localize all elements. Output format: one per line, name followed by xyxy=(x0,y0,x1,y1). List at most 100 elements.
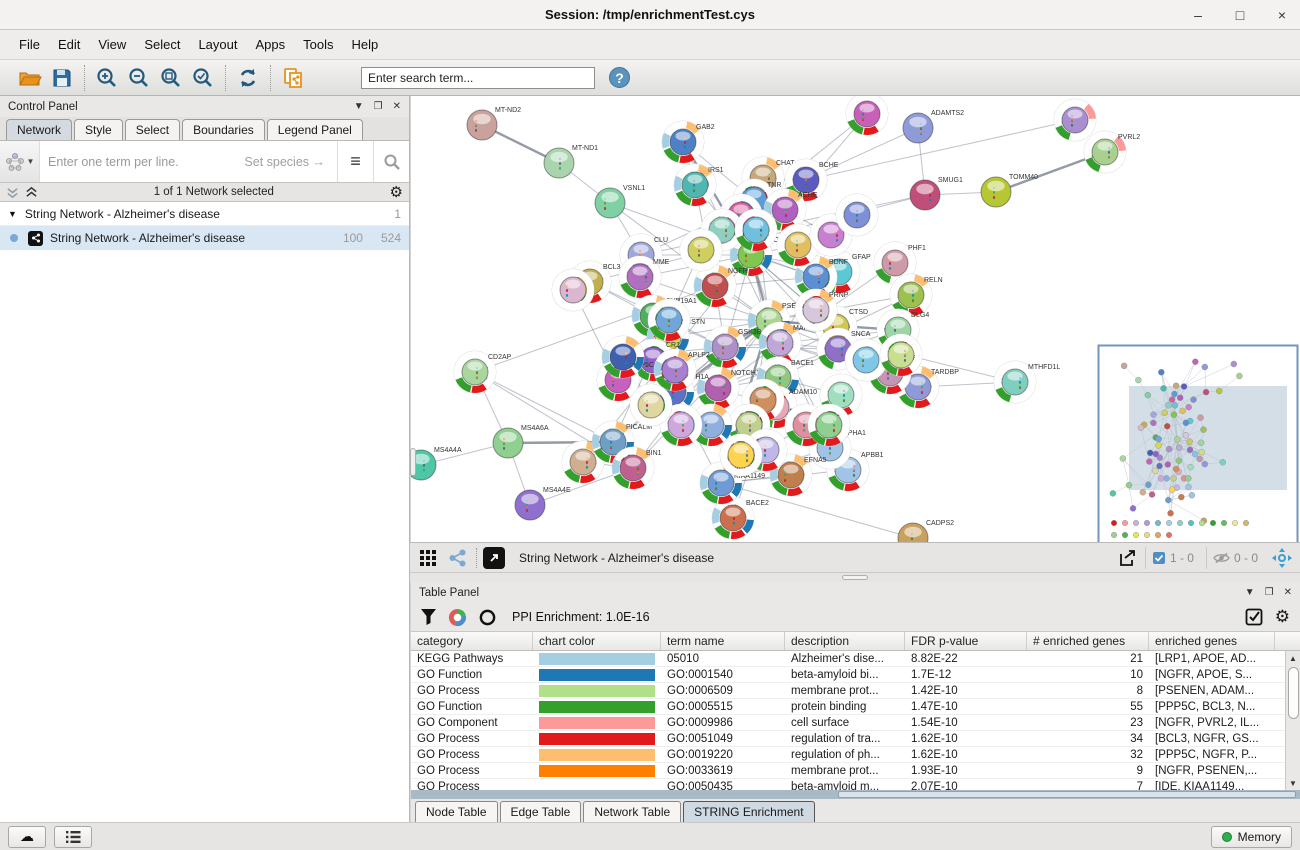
select-columns-icon[interactable] xyxy=(1245,608,1263,626)
clone-network-button[interactable] xyxy=(280,65,306,91)
scroll-up-icon[interactable]: ▲ xyxy=(1289,651,1297,665)
network-node[interactable] xyxy=(846,96,888,135)
tree-caret-icon[interactable]: ▼ xyxy=(8,209,17,219)
network-node[interactable] xyxy=(1054,99,1096,141)
zoom-in-button[interactable] xyxy=(94,65,120,91)
column-header-fdr-p-value[interactable]: FDR p-value xyxy=(905,632,1027,650)
close-button[interactable]: × xyxy=(1274,7,1290,23)
help-button[interactable]: ? xyxy=(609,67,630,88)
network-node[interactable]: ADAMTS2 xyxy=(903,110,964,143)
panel-float-icon[interactable]: ❐ xyxy=(1265,587,1274,598)
network-node[interactable]: BIN1 xyxy=(612,447,662,489)
table-row[interactable]: GO FunctionGO:0005515protein binding1.47… xyxy=(411,699,1300,715)
network-node[interactable] xyxy=(648,299,690,341)
network-node[interactable]: MS4A4A xyxy=(411,447,462,480)
string-search-button[interactable] xyxy=(373,141,409,182)
save-session-button[interactable] xyxy=(49,65,75,91)
table-row[interactable]: GO FunctionGO:0001540beta-amyloid bi...1… xyxy=(411,667,1300,683)
network-node[interactable]: MT-ND2 xyxy=(467,107,521,140)
panel-menu-icon[interactable]: ▼ xyxy=(354,101,364,112)
table-row[interactable]: GO ComponentGO:0009986cell surface1.54E-… xyxy=(411,715,1300,731)
menu-item-tools[interactable]: Tools xyxy=(294,33,342,56)
eye-off-icon[interactable] xyxy=(1213,551,1230,565)
zoom-selected-button[interactable] xyxy=(190,65,216,91)
table-row[interactable]: KEGG Pathways05010Alzheimer's dise...8.8… xyxy=(411,651,1300,667)
donut-chart-icon[interactable] xyxy=(448,608,467,627)
string-protein-query-dropdown[interactable]: ▼ xyxy=(0,141,40,182)
menu-item-apps[interactable]: Apps xyxy=(247,33,295,56)
network-canvas[interactable]: MT-ND2MT-ND1VSNL1GAB2ADAMTS2PVRL2TOMM40S… xyxy=(410,96,1300,542)
column-header-chart-color[interactable]: chart color xyxy=(533,632,661,650)
tab-network[interactable]: Network xyxy=(6,119,72,140)
column-header-enriched-genes[interactable]: enriched genes xyxy=(1149,632,1275,650)
menu-item-help[interactable]: Help xyxy=(343,33,388,56)
column-header--enriched-genes[interactable]: # enriched genes xyxy=(1027,632,1149,650)
panel-close-icon[interactable]: ✕ xyxy=(1284,587,1292,598)
network-node[interactable]: MS4A4E xyxy=(515,487,571,520)
network-node[interactable]: MME xyxy=(619,256,670,298)
scroll-down-icon[interactable]: ▼ xyxy=(1289,776,1297,790)
expand-all-icon[interactable] xyxy=(25,186,38,199)
checkbox-icon[interactable] xyxy=(1152,551,1166,565)
menu-item-view[interactable]: View xyxy=(89,33,135,56)
network-row[interactable]: String Network - Alzheimer's disease 100… xyxy=(0,226,409,250)
minimize-button[interactable]: – xyxy=(1190,7,1206,23)
collapse-all-icon[interactable] xyxy=(6,186,19,199)
vertical-splitter-handle[interactable] xyxy=(410,448,416,476)
birdseye-view[interactable] xyxy=(1099,346,1298,543)
network-node[interactable] xyxy=(602,336,644,378)
horizontal-splitter[interactable] xyxy=(410,572,1300,582)
set-species-link[interactable]: Set species → xyxy=(244,141,337,182)
open-session-button[interactable] xyxy=(17,65,43,91)
network-overview-button[interactable] xyxy=(446,546,470,570)
open-in-window-button[interactable] xyxy=(483,547,505,569)
tab-style[interactable]: Style xyxy=(74,119,123,140)
pan-compass-button[interactable] xyxy=(1270,546,1294,570)
menu-item-select[interactable]: Select xyxy=(135,33,189,56)
table-row[interactable]: GO ProcessGO:0050435beta-amyloid m...2.0… xyxy=(411,779,1300,790)
table-settings-gear-icon[interactable]: ⚙ xyxy=(1275,607,1290,627)
menu-item-layout[interactable]: Layout xyxy=(189,33,246,56)
network-node[interactable] xyxy=(808,404,850,446)
table-vertical-scrollbar[interactable]: ▲ ▼ xyxy=(1285,651,1300,790)
table-horizontal-scrollbar[interactable] xyxy=(411,790,1300,799)
grid-view-button[interactable] xyxy=(416,546,440,570)
network-node[interactable] xyxy=(735,209,777,251)
table-row[interactable]: GO ProcessGO:0033619membrane prot...1.93… xyxy=(411,763,1300,779)
menu-item-file[interactable]: File xyxy=(10,33,49,56)
network-collection-row[interactable]: ▼ String Network - Alzheimer's disease 1 xyxy=(0,202,409,226)
memory-button[interactable]: Memory xyxy=(1211,826,1292,848)
zoom-out-button[interactable] xyxy=(126,65,152,91)
maximize-button[interactable]: □ xyxy=(1232,7,1248,23)
network-node[interactable]: MTHFD1L xyxy=(994,361,1060,403)
tab-network-table[interactable]: Network Table xyxy=(583,801,681,822)
panel-float-icon[interactable]: ❐ xyxy=(374,101,383,112)
network-node[interactable] xyxy=(880,334,922,376)
network-node[interactable] xyxy=(720,434,762,476)
network-node[interactable] xyxy=(630,384,672,426)
column-header-description[interactable]: description xyxy=(785,632,905,650)
table-row[interactable]: GO ProcessGO:0051049regulation of tra...… xyxy=(411,731,1300,747)
search-input[interactable]: Enter search term... xyxy=(361,67,595,89)
cloud-sessions-button[interactable]: ☁ xyxy=(8,826,46,848)
network-node[interactable]: CADPS2 xyxy=(898,520,954,542)
column-header-term-name[interactable]: term name xyxy=(661,632,785,650)
tab-select[interactable]: Select xyxy=(125,119,180,140)
filter-icon[interactable] xyxy=(421,609,436,625)
network-node[interactable] xyxy=(836,194,878,236)
tab-boundaries[interactable]: Boundaries xyxy=(182,119,265,140)
string-query-input[interactable]: Enter one term per line. xyxy=(40,141,244,182)
zoom-fit-button[interactable] xyxy=(158,65,184,91)
table-row[interactable]: GO ProcessGO:0006509membrane prot...1.42… xyxy=(411,683,1300,699)
tab-string-enrichment[interactable]: STRING Enrichment xyxy=(683,801,814,822)
network-node[interactable]: PVRL2 xyxy=(1084,131,1140,173)
refresh-button[interactable] xyxy=(235,65,261,91)
column-header-category[interactable]: category xyxy=(411,632,533,650)
tab-node-table[interactable]: Node Table xyxy=(415,801,498,822)
network-node[interactable] xyxy=(552,269,594,311)
export-network-button[interactable] xyxy=(1115,546,1139,570)
network-node[interactable] xyxy=(680,229,722,271)
network-node[interactable]: TOMM40 xyxy=(981,174,1038,207)
panel-menu-icon[interactable]: ▼ xyxy=(1245,587,1255,598)
panel-close-icon[interactable]: ✕ xyxy=(393,101,401,112)
